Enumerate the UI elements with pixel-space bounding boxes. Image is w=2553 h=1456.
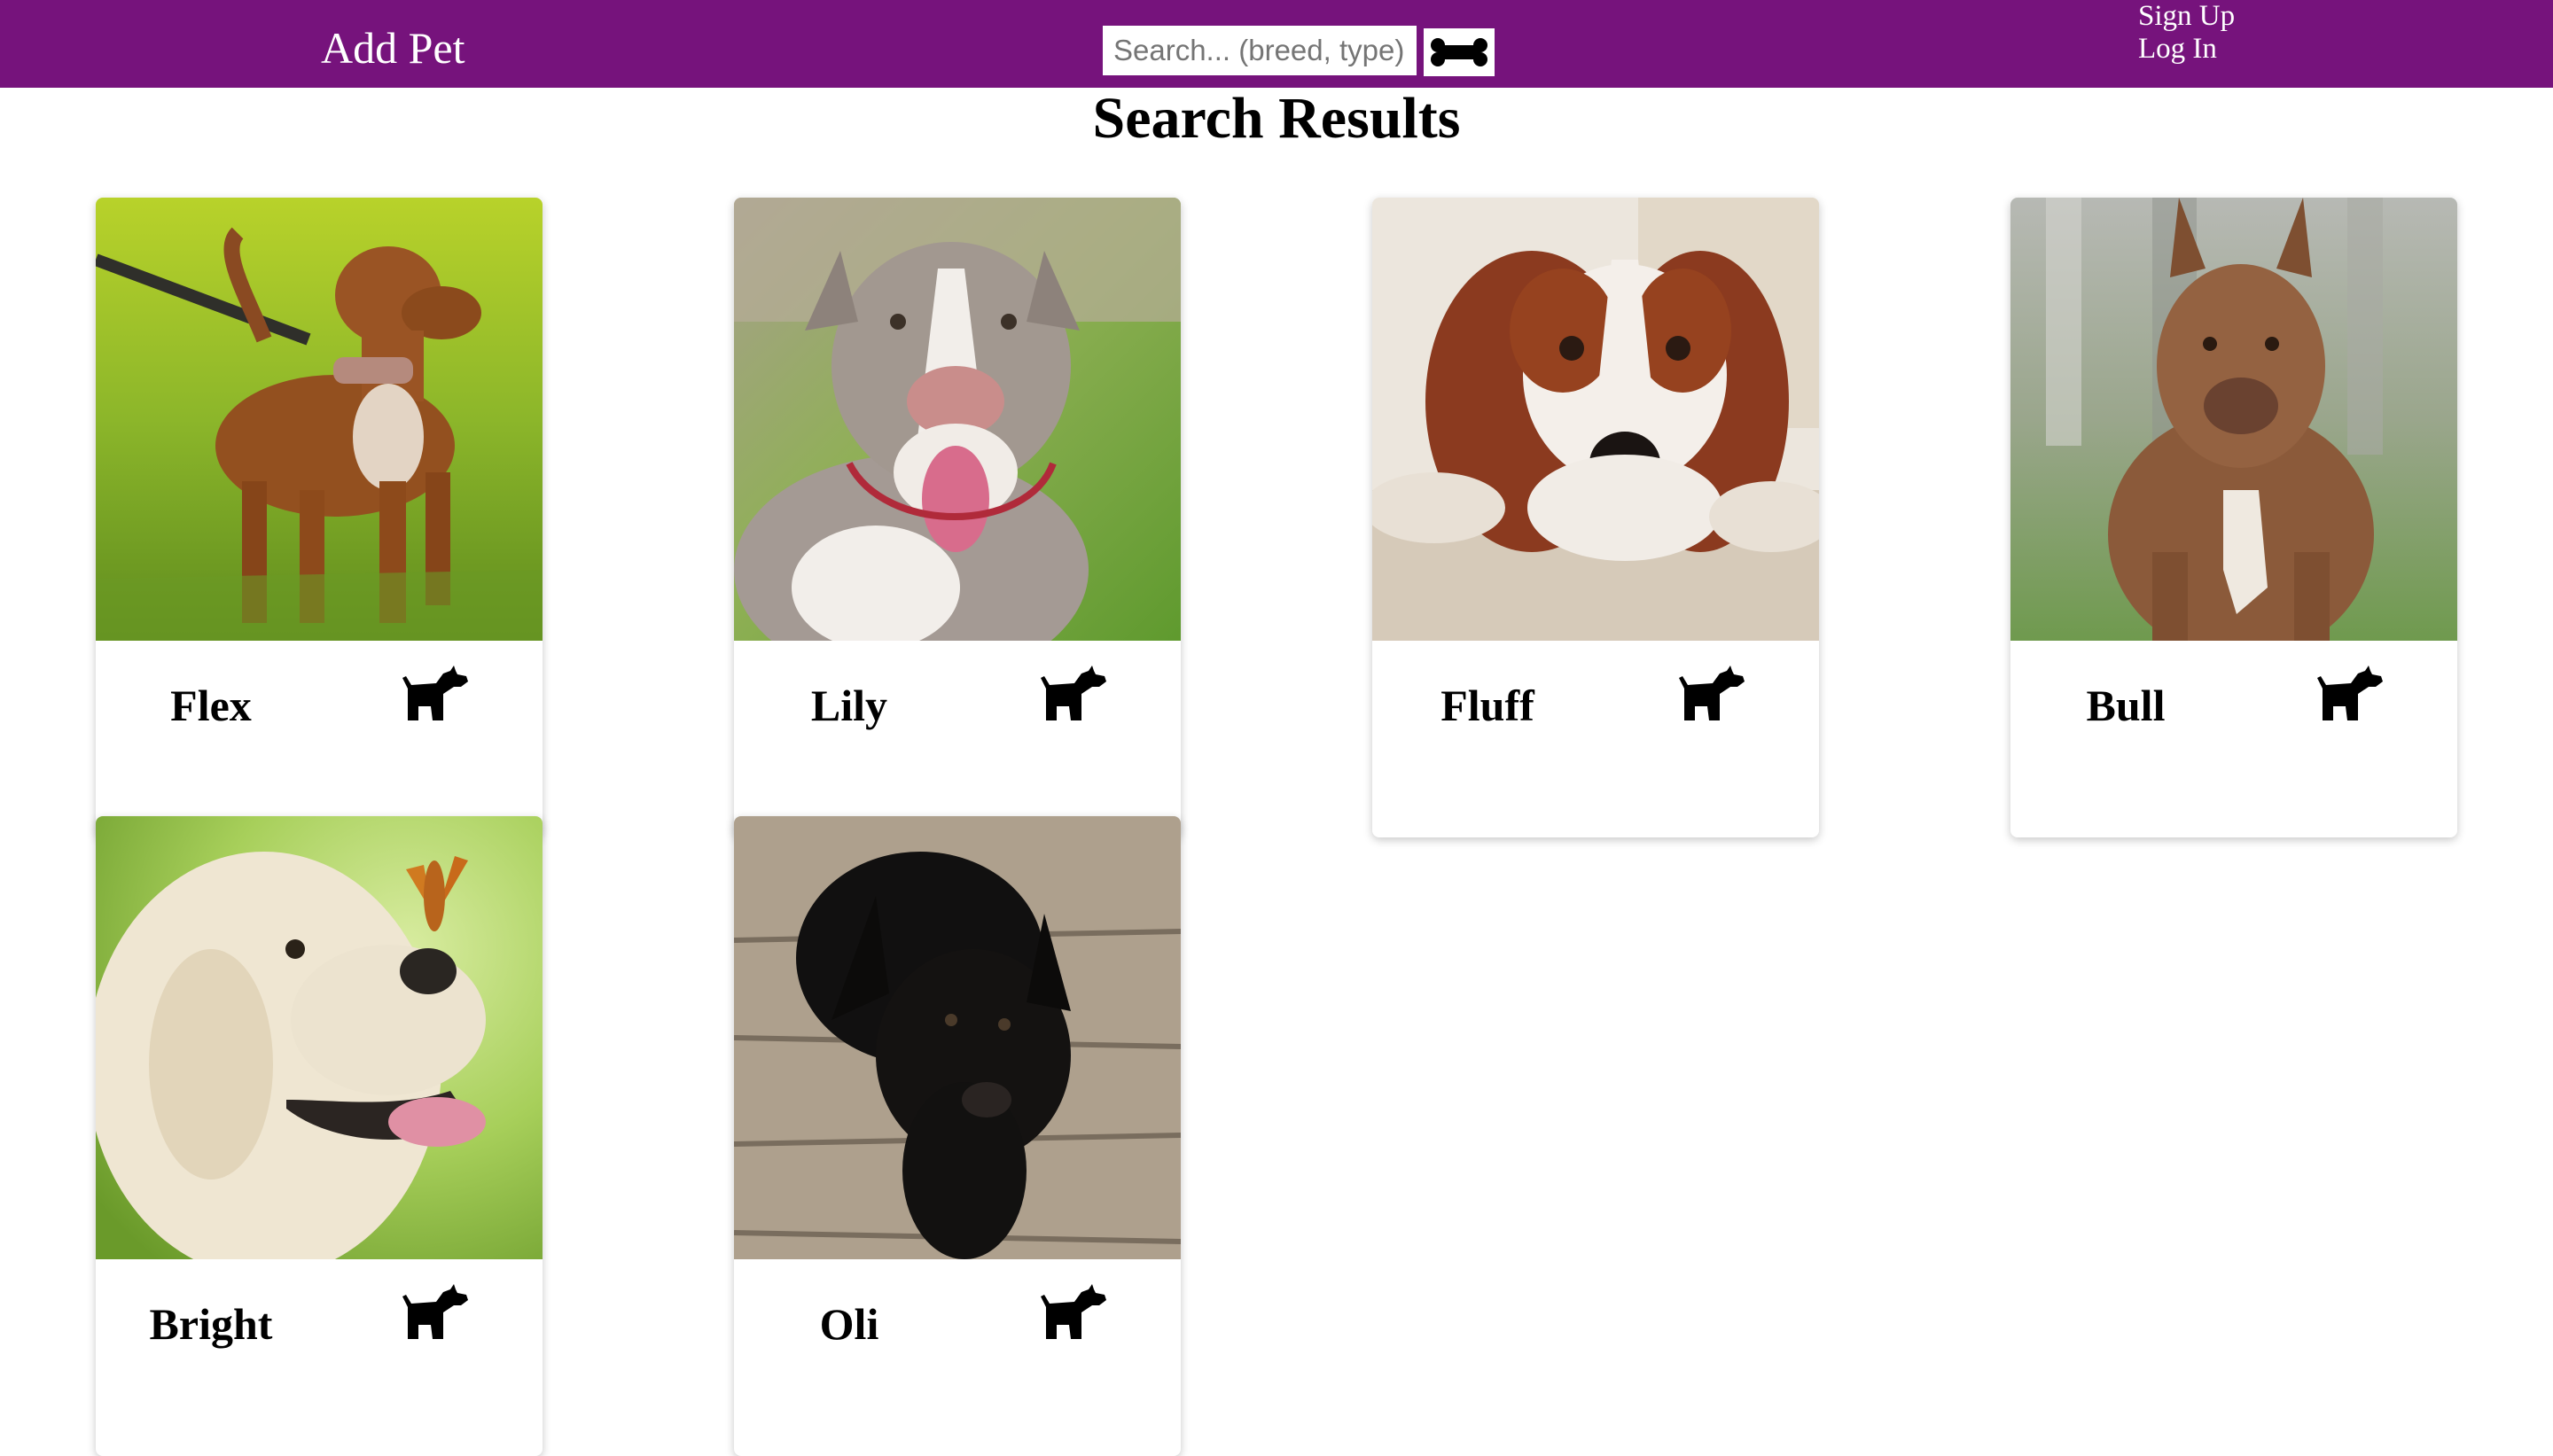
pet-card-footer: Fluff bbox=[1372, 641, 1819, 772]
pet-name: Lily bbox=[810, 681, 888, 730]
pet-photo bbox=[1372, 198, 1819, 641]
pet-card-footer: Bull bbox=[2010, 641, 2457, 772]
pet-name: Oli bbox=[819, 1299, 879, 1349]
add-pet-link[interactable]: Add Pet bbox=[321, 21, 465, 74]
search-button[interactable] bbox=[1424, 28, 1495, 76]
pet-photo bbox=[96, 198, 543, 641]
pet-photo bbox=[734, 198, 1181, 641]
pet-card-footer: Oli bbox=[734, 1259, 1181, 1390]
log-in-link[interactable]: Log In bbox=[2138, 33, 2235, 66]
top-navbar: Add Pet Sign Up Log In bbox=[0, 0, 2553, 88]
dog-icon bbox=[2315, 666, 2383, 724]
auth-links: Sign Up Log In bbox=[2138, 0, 2235, 66]
pet-name: Flex bbox=[170, 681, 252, 730]
search-input[interactable] bbox=[1103, 26, 1417, 75]
pet-card[interactable]: Bright bbox=[96, 816, 543, 1456]
pet-name: Bull bbox=[2086, 681, 2166, 730]
dog-icon bbox=[1039, 666, 1106, 724]
pet-card-footer: Bright bbox=[96, 1259, 543, 1390]
pet-name: Fluff bbox=[1440, 681, 1534, 730]
sign-up-link[interactable]: Sign Up bbox=[2138, 0, 2235, 33]
pet-card-footer: Flex bbox=[96, 641, 543, 772]
dog-icon bbox=[1677, 666, 1745, 724]
pet-card[interactable]: Flex bbox=[96, 198, 543, 837]
pet-card[interactable]: Lily bbox=[734, 198, 1181, 837]
dog-icon bbox=[1039, 1284, 1106, 1343]
dog-icon bbox=[401, 1284, 468, 1343]
dog-icon bbox=[401, 666, 468, 724]
pet-card[interactable]: Bull bbox=[2010, 198, 2457, 837]
pet-card[interactable]: Oli bbox=[734, 816, 1181, 1456]
page-title: Search Results bbox=[1092, 86, 1461, 151]
bone-icon bbox=[1431, 38, 1487, 66]
pet-photo bbox=[96, 816, 543, 1259]
pet-name: Bright bbox=[149, 1299, 273, 1349]
pet-photo bbox=[2010, 198, 2457, 641]
pet-photo bbox=[734, 816, 1181, 1259]
pet-card-footer: Lily bbox=[734, 641, 1181, 772]
pet-card[interactable]: Fluff bbox=[1372, 198, 1819, 837]
